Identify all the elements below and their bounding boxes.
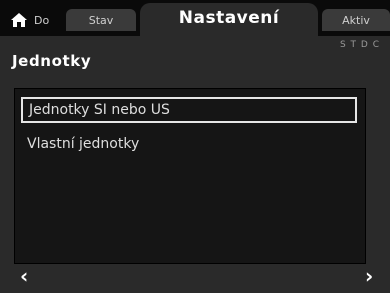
list-item-label: Vlastní jednotky: [27, 136, 140, 152]
tab-active-info-label: Aktiv: [342, 13, 370, 27]
tab-settings[interactable]: Nastavení: [140, 3, 318, 36]
status-subtitle: S T D C: [339, 40, 380, 50]
device-screen: Do Stav Nastavení Aktiv S T D C Jednotky…: [0, 0, 390, 293]
tab-home-label: Do: [34, 13, 50, 27]
options-list: Jednotky SI nebo US Vlastní jednotky: [14, 88, 366, 264]
home-icon: [11, 13, 27, 27]
tab-active-info[interactable]: Aktiv: [322, 9, 390, 31]
tab-bar: Do Stav Nastavení Aktiv: [0, 0, 390, 36]
list-item-label: Jednotky SI nebo US: [29, 102, 170, 118]
list-item-custom-units[interactable]: Vlastní jednotky: [21, 131, 357, 157]
tab-stav[interactable]: Stav: [66, 9, 136, 31]
tab-stav-label: Stav: [88, 13, 114, 27]
prev-arrow-button[interactable]: ‹: [20, 266, 28, 286]
page-title: Jednotky: [12, 52, 92, 70]
next-arrow-button[interactable]: ›: [365, 266, 373, 286]
tab-home[interactable]: Do: [10, 9, 49, 31]
tab-settings-label: Nastavení: [178, 8, 280, 28]
list-item-si-us-units[interactable]: Jednotky SI nebo US: [21, 97, 357, 123]
